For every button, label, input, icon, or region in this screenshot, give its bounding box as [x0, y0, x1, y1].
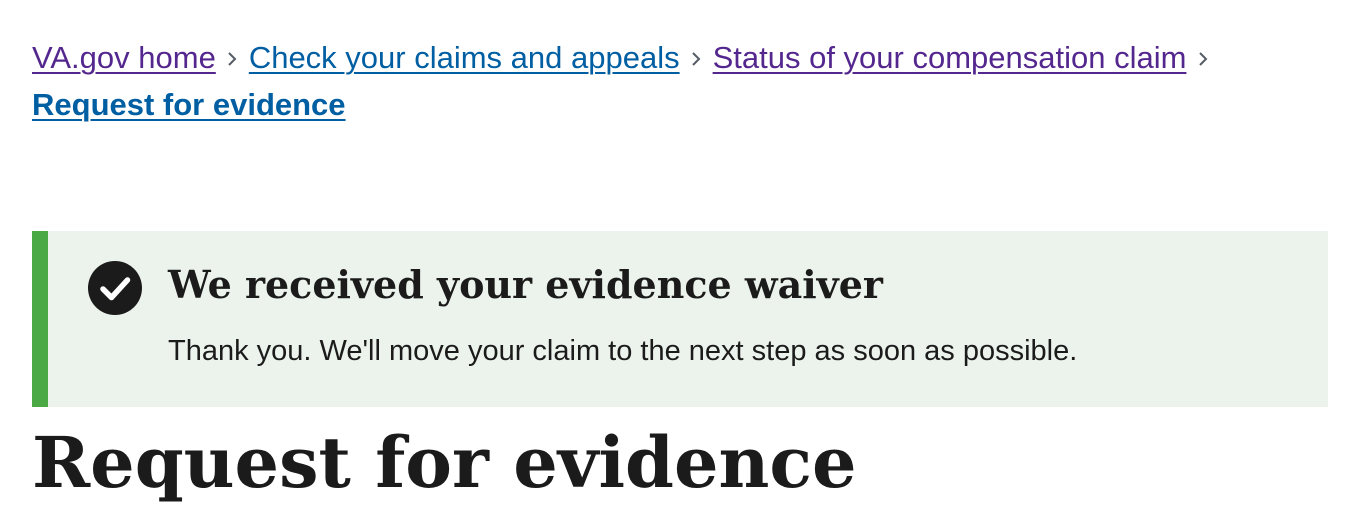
- breadcrumb-row: VA.gov home Check your claims and appeal…: [32, 34, 1332, 81]
- success-alert: We received your evidence waiver Thank y…: [32, 231, 1328, 407]
- chevron-right-icon: [1186, 34, 1219, 81]
- alert-heading: We received your evidence waiver: [168, 262, 883, 307]
- chevron-right-icon: [680, 34, 713, 81]
- breadcrumb-current-page[interactable]: Request for evidence: [32, 81, 346, 128]
- breadcrumb-row: Request for evidence: [32, 81, 1332, 128]
- breadcrumb: VA.gov home Check your claims and appeal…: [32, 34, 1332, 128]
- page-title: Request for evidence: [32, 421, 857, 504]
- chevron-right-icon: [216, 34, 249, 81]
- alert-body-text: Thank you. We'll move your claim to the …: [168, 335, 1078, 367]
- breadcrumb-link-claim-status[interactable]: Status of your compensation claim: [713, 34, 1187, 81]
- breadcrumb-link-claims-appeals[interactable]: Check your claims and appeals: [249, 34, 680, 81]
- breadcrumb-link-va-home[interactable]: VA.gov home: [32, 34, 216, 81]
- check-circle-icon: [88, 261, 142, 315]
